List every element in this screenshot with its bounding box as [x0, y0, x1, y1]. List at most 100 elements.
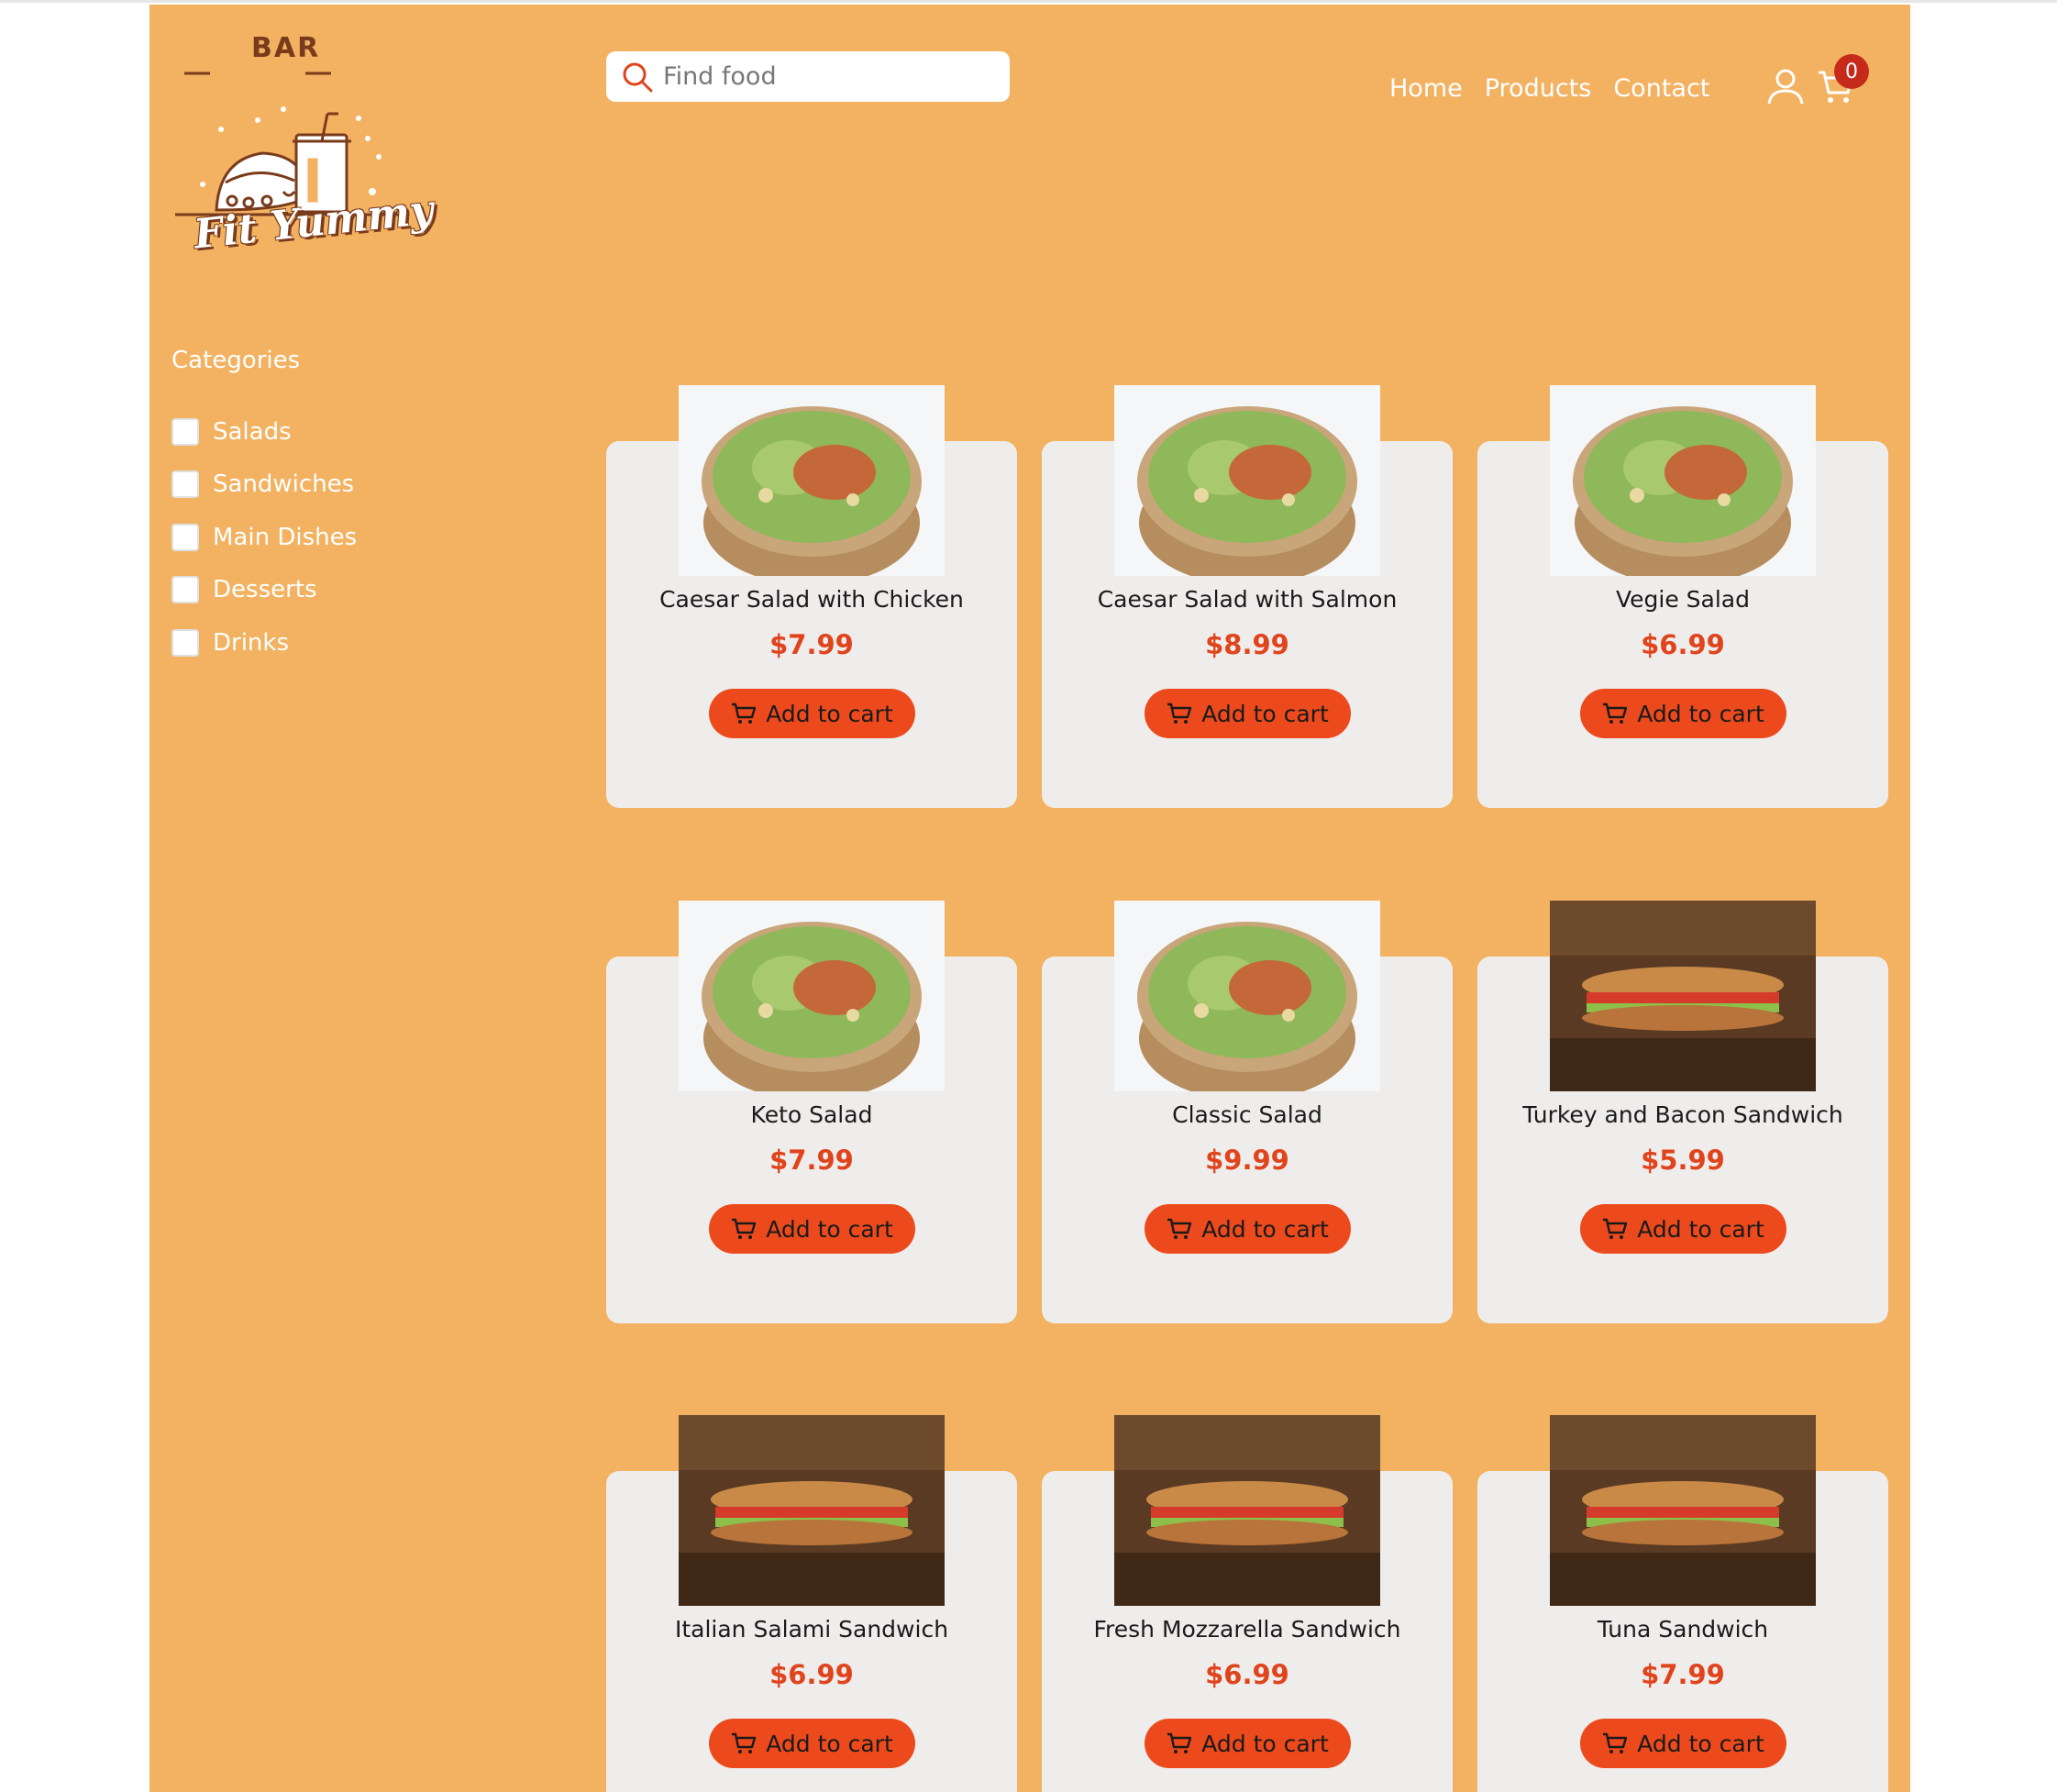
add-to-cart-label: Add to cart	[766, 700, 893, 727]
category-checkbox[interactable]	[171, 576, 199, 604]
product-image[interactable]	[1550, 385, 1816, 576]
product-price: $6.99	[769, 1659, 854, 1690]
product-image[interactable]	[1114, 901, 1380, 1091]
product-price: $7.99	[1641, 1659, 1725, 1690]
category-label: Drinks	[213, 628, 290, 657]
product-price: $5.99	[1641, 1145, 1725, 1176]
user-icon[interactable]	[1766, 67, 1805, 105]
cart-count-badge: 0	[1834, 54, 1869, 89]
product-price: $7.99	[769, 1145, 854, 1176]
categories-title: Categories	[171, 347, 301, 374]
add-to-cart-label: Add to cart	[1637, 1215, 1764, 1243]
add-to-cart-label: Add to cart	[766, 1730, 893, 1757]
salad-bowl-photo	[1114, 901, 1380, 1091]
category-label: Main Dishes	[213, 523, 358, 551]
product-price: $7.99	[769, 629, 854, 660]
sandwich-photo	[679, 1415, 945, 1606]
product-price: $6.99	[1641, 629, 1725, 660]
page: BAR Fit Yummy Find food Home Products Co…	[149, 5, 1910, 1792]
salad-bowl-photo	[679, 901, 945, 1091]
product-image[interactable]	[679, 1415, 945, 1606]
product-card: Fresh Mozzarella Sandwich $6.99 Add to c…	[1042, 1415, 1453, 1792]
product-price: $6.99	[1205, 1659, 1289, 1690]
nav-contact-link[interactable]: Contact	[1613, 74, 1709, 103]
add-to-cart-button[interactable]: Add to cart	[1580, 1204, 1786, 1254]
add-to-cart-label: Add to cart	[1637, 1730, 1764, 1757]
main-nav: Home Products Contact	[1389, 74, 1709, 103]
search-input[interactable]	[663, 62, 993, 91]
product-card: Classic Salad $9.99 Add to cart	[1042, 901, 1453, 1323]
add-to-cart-label: Add to cart	[1201, 1215, 1329, 1243]
sandwich-photo	[1550, 901, 1816, 1091]
add-to-cart-button[interactable]: Add to cart	[1580, 1719, 1786, 1768]
product-name: Classic Salad	[1172, 1101, 1322, 1128]
product-image[interactable]	[1550, 1415, 1816, 1606]
cart-icon	[732, 1218, 757, 1239]
product-card: Turkey and Bacon Sandwich $5.99 Add to c…	[1477, 901, 1888, 1323]
category-item-desserts[interactable]: Desserts	[171, 564, 357, 617]
logo-bar-text: BAR	[251, 32, 321, 64]
product-name: Caesar Salad with Chicken	[659, 586, 964, 613]
product-card: Keto Salad $7.99 Add to cart	[606, 901, 1017, 1323]
add-to-cart-label: Add to cart	[1201, 1730, 1329, 1757]
category-item-sandwiches[interactable]: Sandwiches	[171, 459, 357, 512]
cart-icon	[732, 702, 757, 724]
category-item-main-dishes[interactable]: Main Dishes	[171, 511, 357, 564]
add-to-cart-button[interactable]: Add to cart	[1145, 1204, 1351, 1254]
cart-icon	[1603, 1218, 1628, 1239]
product-image[interactable]	[679, 901, 945, 1091]
product-card: Vegie Salad $6.99 Add to cart	[1477, 385, 1888, 808]
category-list: Salads Sandwiches Main Dishes Desserts D…	[171, 405, 357, 669]
product-price: $8.99	[1205, 629, 1289, 660]
salad-bowl-photo	[1114, 385, 1380, 576]
product-card: Caesar Salad with Salmon $8.99 Add to ca…	[1042, 385, 1453, 808]
category-checkbox[interactable]	[171, 417, 199, 446]
cart-icon	[1167, 1732, 1192, 1753]
product-card: Italian Salami Sandwich $6.99 Add to car…	[606, 1415, 1017, 1792]
add-to-cart-button[interactable]: Add to cart	[1145, 689, 1351, 738]
cart-icon	[1167, 702, 1192, 724]
category-item-salads[interactable]: Salads	[171, 405, 357, 459]
add-to-cart-label: Add to cart	[766, 1215, 893, 1243]
product-name: Fresh Mozzarella Sandwich	[1093, 1616, 1401, 1643]
add-to-cart-button[interactable]: Add to cart	[709, 1204, 915, 1254]
category-label: Sandwiches	[213, 470, 355, 499]
cart-icon	[732, 1732, 757, 1753]
product-name: Caesar Salad with Salmon	[1097, 586, 1398, 613]
add-to-cart-button[interactable]: Add to cart	[1580, 689, 1786, 738]
cart-icon	[1167, 1218, 1192, 1239]
product-card: Tuna Sandwich $7.99 Add to cart	[1477, 1415, 1888, 1792]
category-checkbox[interactable]	[171, 470, 199, 499]
sandwich-photo	[1550, 1415, 1816, 1606]
category-checkbox[interactable]	[171, 628, 199, 657]
product-image[interactable]	[679, 385, 945, 576]
product-name: Tuna Sandwich	[1597, 1616, 1769, 1643]
product-name: Vegie Salad	[1615, 586, 1750, 613]
cart-icon	[1603, 1732, 1628, 1753]
category-checkbox[interactable]	[171, 523, 199, 551]
add-to-cart-button[interactable]: Add to cart	[709, 689, 915, 738]
product-image[interactable]	[1114, 385, 1380, 576]
add-to-cart-button[interactable]: Add to cart	[709, 1719, 915, 1768]
cart-icon	[1603, 702, 1628, 724]
category-item-drinks[interactable]: Drinks	[171, 616, 357, 669]
product-card: Caesar Salad with Chicken $7.99 Add to c…	[606, 385, 1017, 808]
add-to-cart-button[interactable]: Add to cart	[1145, 1719, 1351, 1768]
product-price: $9.99	[1205, 1145, 1289, 1176]
nav-home-link[interactable]: Home	[1389, 74, 1463, 103]
salad-bowl-photo	[679, 385, 945, 576]
search-bar[interactable]	[606, 51, 1010, 102]
product-image[interactable]	[1550, 901, 1816, 1091]
category-label: Desserts	[213, 576, 317, 604]
sandwich-photo	[1114, 1415, 1380, 1606]
search-icon	[623, 62, 653, 92]
logo[interactable]: BAR Fit Yummy	[175, 27, 436, 265]
product-image[interactable]	[1114, 1415, 1380, 1606]
add-to-cart-label: Add to cart	[1201, 700, 1329, 727]
salad-bowl-photo	[1550, 385, 1816, 576]
product-name: Turkey and Bacon Sandwich	[1522, 1101, 1843, 1128]
nav-products-link[interactable]: Products	[1485, 74, 1592, 103]
add-to-cart-label: Add to cart	[1637, 700, 1764, 727]
product-name: Keto Salad	[750, 1101, 873, 1128]
product-name: Italian Salami Sandwich	[674, 1616, 949, 1643]
